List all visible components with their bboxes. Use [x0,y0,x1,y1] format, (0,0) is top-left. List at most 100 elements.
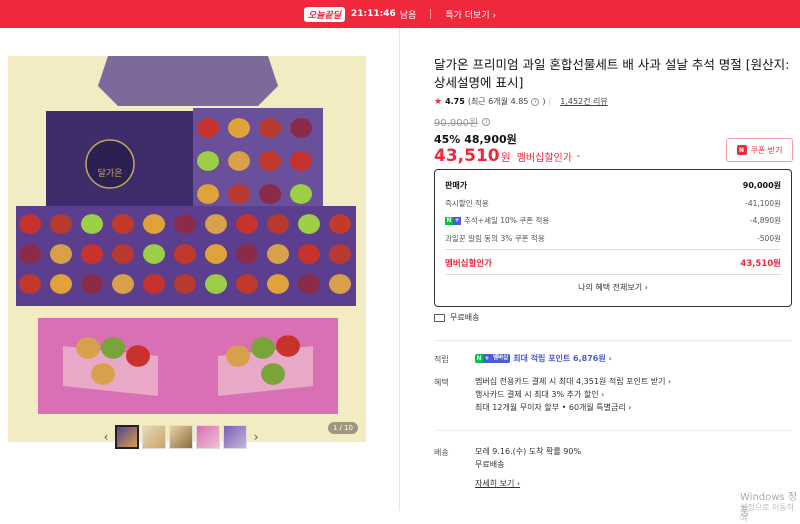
fruit-shape [228,118,250,138]
chevron-up-icon: ⌃ [574,154,582,163]
fruit-shape [298,214,320,234]
naver-plus-icon: N + [445,216,461,225]
member-price: 43,510 [434,146,500,166]
thumbnail-5[interactable] [223,425,247,449]
member-total-row: 멤버십할인가 43,510원 [445,257,781,269]
fruit-shape [81,274,103,294]
fruit-shape [81,214,103,234]
fruit-shape [143,274,165,294]
fruit-shape [290,151,312,171]
rating-score: 4.75 [445,97,465,106]
delivery-fee: 무료배송 [475,460,505,469]
list-price-label: 판매가 [445,181,468,190]
thumbnail-strip: ‹ › [100,424,280,450]
free-shipping-text: 무료배송 [450,313,480,322]
discount-row-value: -41,100원 [745,199,781,208]
fruit-shape [19,244,41,264]
sale-price: 48,900원 [464,133,517,146]
product-title: 달가온 프리미엄 과일 혼합선물세트 배 사과 설날 추석 명절 [원산지: 상… [434,57,790,90]
points-row[interactable]: N + 멤버십 최대 적립 포인트 6,876원 › [475,353,612,364]
info-icon[interactable]: i [531,97,540,106]
list-price-row: 판매가 90,000원 [445,180,781,191]
banner-divider [430,9,432,19]
fruit-shape [267,214,289,234]
benefits-list: 멤버십 전용카드 결제 시 최대 4,351원 적립 포인트 받기 › 행사카드… [475,375,671,414]
fruit-shape [197,184,219,204]
fruit-shape [112,244,134,264]
fruit-shape [329,214,351,234]
divider [434,430,792,431]
fruit-shape [228,151,250,171]
coupon-label: 쿠폰 받기 [750,145,783,155]
fruit-shape [50,214,72,234]
benefit-item[interactable]: 멤버십 전용카드 결제 시 최대 4,351원 적립 포인트 받기 › [475,375,671,388]
thumbnail-3[interactable] [169,425,193,449]
divider [445,249,781,250]
fruit-shape [205,214,227,234]
discount-row-label: 즉시할인 적용 [445,199,489,208]
fruit-shape [205,274,227,294]
fruit-shape [290,118,312,138]
fruit-shape [50,244,72,264]
coupon-button[interactable]: N 쿠폰 받기 [726,138,793,162]
price-info-icon[interactable]: i [482,117,491,126]
fruit-shape [174,244,196,264]
divider [445,274,781,275]
fruit-shape [112,274,134,294]
fruit-shape [236,274,258,294]
fruit-shape [81,244,103,264]
fruit-shape [19,214,41,234]
discount-percent: 45% [434,133,461,146]
fruit-shape [143,244,165,264]
review-count-link[interactable]: 1,452건 리뷰 [560,96,608,107]
fruit-shape [101,337,125,359]
star-icon: ★ [434,96,443,107]
gift-set-illustration: 달가온 [16,56,356,414]
naver-membership-badge-icon: N + 멤버십 [475,354,511,363]
next-image-arrow-icon[interactable]: › [250,430,262,444]
benefit-item[interactable]: 최대 12개월 무이자 할부 • 60개월 특별금리 › [475,401,671,414]
fruit-shape [228,184,250,204]
fruit-shape [267,274,289,294]
more-deals-link[interactable]: 특가 더보기 › [445,8,496,21]
discount-row: 즉시할인 적용 -41,100원 [445,198,781,209]
sale-price-row: 45% 48,900원 [434,131,517,147]
fruit-shape [236,244,258,264]
fruit-shape [197,151,219,171]
deal-timer-suffix: 남음 [399,10,417,21]
member-price-unit: 원 [500,151,511,164]
fruit-shape [143,214,165,234]
fruit-shape [197,118,219,138]
prev-image-arrow-icon[interactable]: ‹ [100,430,112,444]
delivery-label: 배송 [434,448,449,457]
delivery-detail-link[interactable]: 자세히 보기 › [475,477,581,490]
delivery-info: 모레 9.16.(수) 도착 확률 90% 무료배송 자세히 보기 › [475,445,581,490]
fruit-shape [174,214,196,234]
all-benefits-link[interactable]: 나의 혜택 전체보기 › [435,282,791,293]
fruit-shape [290,184,312,204]
delivery-eta: 모레 9.16.(수) 도착 확률 90% [475,447,582,456]
member-price-row[interactable]: 43,510 원 멤버십할인가 ⌃ [434,146,582,166]
main-product-image[interactable]: 달가온 1 / 10 [8,56,366,442]
thumbnail-1[interactable] [115,425,139,449]
member-total-value: 43,510원 [740,259,781,269]
original-price: 90,000원 [434,118,479,129]
fruit-shape [259,151,281,171]
discount-row-value: -500원 [757,234,781,243]
discount-row-label: 과일꾼 알림 동의 3% 쿠폰 적용 [445,234,545,243]
naver-n-icon: N [736,145,747,155]
benefit-item[interactable]: 행사카드 결제 시 최대 3% 추가 할인 › [475,388,671,401]
fruit-shape [50,274,72,294]
member-price-label: 멤버십할인가 [516,153,572,164]
deal-brand-logo: 오늘끝딜 [303,6,346,22]
fruit-shape [91,363,115,385]
price-breakdown-box: 판매가 90,000원 즉시할인 적용 -41,100원 N + 추석+세일 10… [434,169,792,307]
discount-row: 과일꾼 알림 동의 3% 쿠폰 적용 -500원 [445,233,781,244]
divider [434,340,792,341]
thumbnail-4[interactable] [196,425,220,449]
discount-row: N + 추석+세일 10% 쿠폰 적용 -4,890원 [445,215,781,226]
image-counter: 1 / 10 [327,422,358,434]
fruit-shape [205,244,227,264]
fruit-shape [267,244,289,264]
thumbnail-2[interactable] [142,425,166,449]
